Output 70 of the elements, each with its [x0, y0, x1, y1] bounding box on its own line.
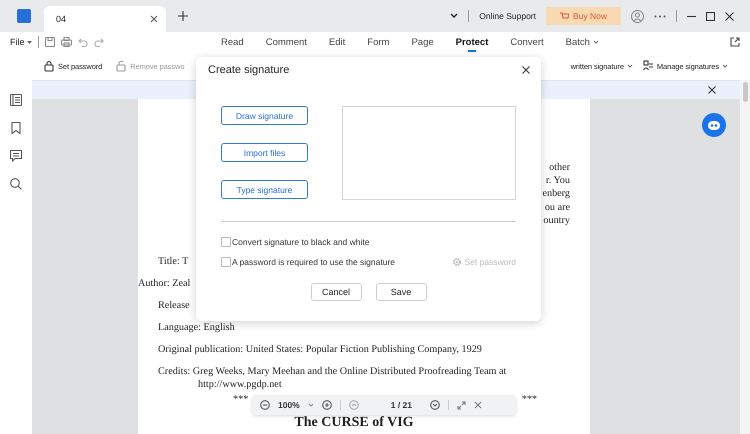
document-tab[interactable]: 04: [44, 6, 166, 32]
signature-option-button[interactable]: Draw signature: [221, 106, 308, 125]
document-text: Title: T: [157, 256, 188, 268]
menu-tab[interactable]: Batch: [554, 32, 610, 52]
close-icon[interactable]: [708, 86, 716, 94]
gear-icon: [452, 257, 462, 267]
document-text: enberg: [542, 187, 570, 201]
document-heading: The CURSE of VIG: [293, 416, 415, 430]
menu-tab[interactable]: Edit: [318, 32, 356, 52]
page-number: 1 / 21: [390, 400, 412, 410]
maximize-icon[interactable]: [706, 12, 715, 20]
online-support-link[interactable]: Online Support: [479, 11, 536, 21]
document-text: Original publication: United States: Popular Fiction Publishing Company, 1929: [157, 344, 482, 356]
zoom-in-icon[interactable]: [322, 400, 332, 410]
zoom-out-icon[interactable]: [260, 400, 270, 410]
more-icon[interactable]: [654, 14, 666, 18]
document-text: ***: [233, 394, 248, 406]
menu-tab[interactable]: Page: [400, 32, 445, 52]
signature-option-button[interactable]: Import files: [221, 143, 308, 162]
document-text: Author: Zeal: [138, 278, 190, 290]
zoom-level[interactable]: 100%: [278, 400, 300, 410]
document-text: r. You: [546, 174, 570, 188]
caret-icon: [722, 64, 728, 68]
checkbox-label: Convert signature to black and white: [232, 237, 370, 247]
menu-tab[interactable]: Comment: [254, 32, 318, 52]
avatar-icon[interactable]: [631, 10, 644, 22]
checkbox[interactable]: [221, 237, 231, 247]
close-icon[interactable]: [522, 66, 530, 74]
cart-icon: [560, 12, 569, 20]
checkbox[interactable]: [221, 257, 231, 267]
caret-icon: [626, 64, 633, 68]
document-text: ***: [522, 394, 537, 406]
external-link-icon[interactable]: [730, 37, 740, 47]
add-tab-icon[interactable]: [178, 11, 188, 21]
document-text: Release: [157, 300, 190, 312]
next-page-icon[interactable]: [430, 400, 440, 410]
menu-tab[interactable]: Convert: [499, 32, 555, 52]
close-icon[interactable]: [150, 15, 158, 23]
fullscreen-icon[interactable]: [457, 400, 466, 410]
document-text: Language: English: [157, 322, 235, 334]
search-icon[interactable]: [10, 178, 22, 190]
document-text: other: [549, 161, 570, 174]
checkbox-label: A password is required to use the signature: [232, 257, 396, 267]
unlock-icon: [116, 60, 128, 72]
menu-tab[interactable]: Protect: [444, 32, 500, 52]
assistant-bot-icon[interactable]: [702, 113, 726, 137]
dialog-button[interactable]: Save: [376, 283, 426, 301]
comment-icon[interactable]: [10, 150, 22, 162]
save-icon[interactable]: [44, 37, 55, 47]
document-text: ou are: [544, 200, 570, 214]
file-menu[interactable]: File: [10, 37, 32, 47]
dialog-button[interactable]: Cancel: [310, 283, 362, 301]
print-icon[interactable]: [60, 37, 72, 47]
app-logo-icon: [16, 8, 32, 24]
signature-option-button[interactable]: Type signature: [221, 180, 308, 199]
signature-icon: [642, 60, 654, 72]
outline-icon[interactable]: [10, 94, 22, 106]
chevron-down-icon[interactable]: [450, 13, 458, 19]
tab-title: 04: [56, 14, 66, 24]
document-text: Credits: Greg Weeks, Mary Meehan and the Online Distributed Proofreading Team at: [157, 366, 506, 378]
close-icon[interactable]: [725, 12, 734, 20]
document-text: ountry: [543, 214, 570, 228]
bookmark-icon[interactable]: [11, 122, 21, 134]
menu-tab[interactable]: Read: [210, 32, 255, 52]
lock-icon: [44, 60, 55, 72]
menu-tab[interactable]: Form: [356, 32, 400, 52]
caret-icon: [26, 40, 32, 44]
caret-icon[interactable]: [308, 403, 314, 407]
document-text: http://www.pgdp.net: [197, 379, 282, 390]
dialog-title: Create signature: [208, 64, 290, 76]
